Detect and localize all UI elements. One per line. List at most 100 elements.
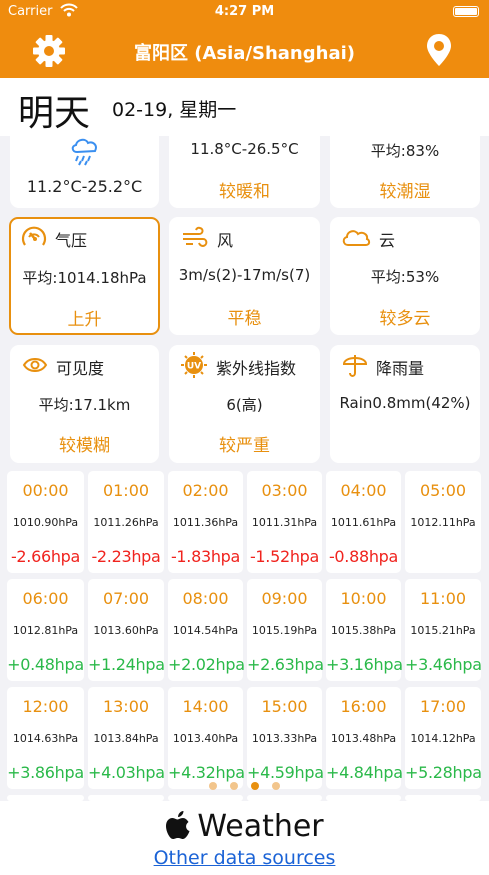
hour-pressure-change: +3.16hpa (326, 655, 403, 674)
cloud-icon (341, 225, 371, 253)
hour-pressure: 1013.48hPa (330, 732, 397, 745)
pressure-title: 气压 (55, 231, 88, 250)
humidity-desc: 较潮湿 (379, 182, 431, 202)
status-time: 4:27 PM (214, 4, 275, 19)
rain-cloud-icon (69, 136, 101, 170)
eye-icon (22, 354, 48, 380)
hour-time: 17:00 (419, 697, 467, 716)
hour-pressure: 1011.26hPa (93, 516, 159, 529)
hour-cell[interactable]: 05:00 1012.11hPa (405, 471, 481, 573)
visibility-title: 可见度 (56, 359, 105, 378)
uv-desc: 较严重 (219, 436, 270, 456)
hour-pressure-change: +3.46hpa (405, 655, 482, 674)
uv-title: 紫外线指数 (216, 359, 297, 378)
humidity-value: 平均:83% (370, 142, 440, 160)
visibility-card[interactable]: 可见度 平均:17.1km 较模糊 (10, 345, 159, 463)
page-dot[interactable] (251, 782, 259, 790)
hour-time: 16:00 (340, 697, 387, 716)
page-dot[interactable] (209, 782, 217, 790)
hour-pressure-change: +4.59hpa (247, 763, 324, 782)
hour-pressure-change: +4.03hpa (88, 763, 165, 782)
wind-title: 风 (217, 231, 234, 250)
cloud-card[interactable]: 云 平均:53% 较多云 (330, 217, 480, 335)
hour-time: 12:00 (22, 697, 69, 716)
hour-pressure: 1011.31hPa (251, 516, 318, 529)
hour-cell[interactable]: 02:00 1011.36hPa -1.83hpa (168, 471, 243, 573)
battery-icon (453, 6, 479, 17)
hour-cell[interactable]: 00:00 1010.90hPa -2.66hpa (7, 471, 84, 573)
hour-time: 04:00 (340, 481, 387, 500)
hour-cell[interactable]: 07:00 1013.60hPa +1.24hpa (88, 579, 165, 681)
uv-icon: UV (180, 351, 208, 383)
hour-cell[interactable]: 03:00 1011.31hPa -1.52hpa (247, 471, 322, 573)
uv-card[interactable]: UV 紫外线指数 6(高) 较严重 (169, 345, 320, 463)
location-pin-icon[interactable] (426, 33, 452, 71)
visibility-desc: 较模糊 (59, 436, 110, 456)
rainfall-value: Rain0.8mm(42%) (339, 394, 471, 412)
day-label: 明天 (18, 93, 91, 134)
hour-pressure: 1015.38hPa (330, 624, 397, 637)
page-indicator[interactable] (209, 782, 293, 790)
hour-cell[interactable]: 06:00 1012.81hPa +0.48hpa (7, 579, 84, 681)
hour-pressure: 1015.21hPa (410, 624, 476, 637)
cloud-title: 云 (379, 231, 396, 250)
status-bar: Carrier 4:27 PM (0, 0, 489, 24)
hour-time: 13:00 (102, 697, 150, 716)
hour-pressure-change: -1.83hpa (170, 547, 241, 566)
brand-label: Weather (197, 809, 324, 844)
hour-pressure-change: +2.63hpa (247, 655, 324, 674)
temperature-card[interactable]: 11.2°C-25.2°C (10, 136, 159, 208)
hour-pressure: 1012.81hPa (12, 624, 79, 637)
hour-pressure: 1014.12hPa (410, 732, 476, 745)
humidity-card[interactable]: 平均:83% 较潮湿 (330, 136, 480, 208)
hour-cell[interactable]: 16:00 1013.48hPa +4.84hpa (326, 687, 403, 789)
hour-pressure: 1012.11hPa (410, 516, 476, 529)
page-dot[interactable] (230, 782, 238, 790)
hour-time: 05:00 (419, 481, 467, 500)
hour-pressure: 1013.60hPa (93, 624, 159, 637)
apple-logo-icon (166, 811, 190, 839)
hour-pressure: 1015.19hPa (251, 624, 318, 637)
day-header: 明天 02-19, 星期一 (0, 78, 489, 136)
hour-cell[interactable]: 17:00 1014.12hPa +5.28hpa (405, 687, 482, 789)
hour-cell[interactable]: 10:00 1015.38hPa +3.16hpa (326, 579, 403, 681)
hour-cell[interactable]: 04:00 1011.61hPa -0.88hpa (326, 471, 401, 573)
hour-pressure-change: +1.24hpa (88, 655, 165, 674)
hour-time: 08:00 (182, 589, 229, 608)
feels-like-desc: 较暖和 (219, 182, 270, 202)
hour-pressure: 1010.90hPa (12, 516, 79, 529)
hour-time: 10:00 (340, 589, 387, 608)
umbrella-icon (342, 352, 368, 382)
hour-cell[interactable]: 01:00 1011.26hPa -2.23hpa (88, 471, 164, 573)
hour-cell[interactable]: 12:00 1014.63hPa +3.86hpa (7, 687, 84, 789)
wind-card[interactable]: 风 3m/s(2)-17m/s(7) 平稳 (169, 217, 320, 335)
hour-time: 09:00 (261, 589, 308, 608)
other-data-sources-link[interactable]: Other data sources (0, 847, 489, 869)
hour-pressure-change: +4.32hpa (168, 763, 245, 782)
hour-cell[interactable]: 08:00 1014.54hPa +2.02hpa (168, 579, 245, 681)
hour-pressure-change: +2.02hpa (168, 655, 245, 674)
hour-pressure-change: +5.28hpa (405, 763, 482, 782)
pressure-desc: 上升 (67, 310, 102, 330)
feels-like-card[interactable]: 11.8°C-26.5°C 较暖和 (169, 136, 320, 208)
hour-cell[interactable]: 09:00 1015.19hPa +2.63hpa (247, 579, 324, 681)
hour-cell[interactable]: 11:00 1015.21hPa +3.46hpa (405, 579, 482, 681)
cloud-desc: 较多云 (379, 309, 431, 329)
hour-pressure-change: +4.84hpa (326, 763, 403, 782)
hour-time: 06:00 (22, 589, 69, 608)
page-dot[interactable] (272, 782, 280, 790)
hour-pressure: 1011.61hPa (330, 516, 397, 529)
wind-icon (181, 225, 209, 253)
nav-bar: 富阳区 (Asia/Shanghai) (0, 24, 489, 78)
pressure-card[interactable]: 气压 平均:1014.18hPa 上升 (9, 217, 160, 335)
wind-value: 3m/s(2)-17m/s(7) (178, 266, 311, 284)
rainfall-card[interactable]: 降雨量 Rain0.8mm(42%) (330, 345, 480, 463)
hour-cell[interactable]: 15:00 1013.33hPa +4.59hpa (247, 687, 324, 789)
hour-pressure: 1014.54hPa (172, 624, 239, 637)
hour-cell[interactable]: 14:00 1013.40hPa +4.32hpa (168, 687, 245, 789)
day-date: 02-19, 星期一 (112, 99, 237, 121)
hour-pressure-change: -2.66hpa (10, 547, 81, 566)
rainfall-title: 降雨量 (376, 359, 425, 378)
hour-pressure-change: -2.23hpa (91, 547, 161, 566)
hour-cell[interactable]: 13:00 1013.84hPa +4.03hpa (88, 687, 165, 789)
